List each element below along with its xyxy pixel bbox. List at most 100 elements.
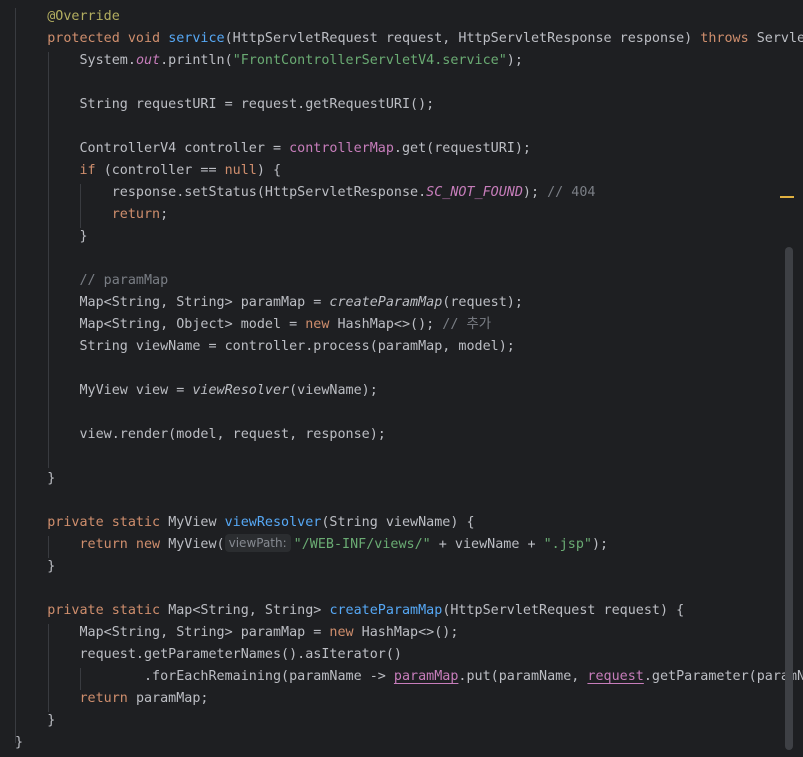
code-token: .println( <box>160 53 233 68</box>
code-token: return <box>79 691 136 706</box>
code-token: ); <box>591 537 609 552</box>
code-token: Map<String, String> paramMap = <box>79 295 330 310</box>
code-token: request.getParameterNames().asIterator() <box>79 647 402 662</box>
code-token: ControllerV4 controller = <box>79 141 290 156</box>
code-token: MyView <box>168 515 225 530</box>
code-line[interactable]: System.out.println("FrontControllerServl… <box>15 50 803 72</box>
code-token: (viewName); <box>289 383 378 398</box>
code-token: .forEachRemaining(paramName -> <box>144 669 394 684</box>
code-line[interactable]: Map<String, Object> model = new HashMap<… <box>15 314 803 336</box>
code-token: private static <box>47 603 169 618</box>
code-token: String requestURI = request.getRequestUR… <box>79 97 435 112</box>
code-token: HashMap<>(); <box>361 625 459 640</box>
code-line[interactable] <box>15 72 803 94</box>
code-line[interactable]: String requestURI = request.getRequestUR… <box>15 94 803 116</box>
code-line[interactable]: String viewName = controller.process(par… <box>15 336 803 358</box>
code-token: } <box>79 229 88 244</box>
code-line[interactable] <box>15 578 803 600</box>
code-line[interactable]: ControllerV4 controller = controllerMap.… <box>15 138 803 160</box>
code-token: ) { <box>256 163 282 178</box>
code-token: response.setStatus(HttpServletResponse. <box>111 185 427 200</box>
code-token: ); <box>522 185 548 200</box>
code-token: (HttpServletRequest request) { <box>442 603 685 618</box>
code-token: MyView view = <box>79 383 193 398</box>
code-token: ".jsp" <box>543 537 592 552</box>
code-line[interactable]: } <box>15 226 803 248</box>
code-line[interactable]: protected void service(HttpServletReques… <box>15 28 803 50</box>
code-token: createParamMap <box>329 603 443 618</box>
code-line[interactable]: view.render(model, request, response); <box>15 424 803 446</box>
code-token: (String viewName) { <box>321 515 475 530</box>
vertical-scrollbar[interactable] <box>785 247 793 750</box>
code-line[interactable] <box>15 402 803 424</box>
code-token: request <box>587 669 644 684</box>
code-line[interactable]: } <box>15 710 803 732</box>
code-token: Map<String, String> paramMap = <box>79 625 330 640</box>
code-token: // 404 <box>547 185 596 200</box>
code-line[interactable] <box>15 248 803 270</box>
code-line[interactable] <box>15 116 803 138</box>
code-token: } <box>15 735 24 750</box>
code-line[interactable]: return paramMap; <box>15 688 803 710</box>
code-token: @Override <box>47 9 120 24</box>
code-line[interactable]: // paramMap <box>15 270 803 292</box>
code-token: protected void <box>47 31 169 46</box>
code-line[interactable] <box>15 446 803 468</box>
code-line[interactable]: Map<String, String> paramMap = createPar… <box>15 292 803 314</box>
code-token: (controller == <box>103 163 225 178</box>
code-token: paramMap; <box>135 691 209 706</box>
code-token: paramMap <box>393 669 459 684</box>
code-token: + viewName + <box>430 537 544 552</box>
code-token: String viewName = controller.process(par… <box>79 339 515 354</box>
code-line[interactable] <box>15 490 803 512</box>
code-line[interactable]: .forEachRemaining(paramName -> paramMap.… <box>15 666 803 688</box>
code-line[interactable]: } <box>15 732 803 754</box>
code-token: (HttpServletRequest request, HttpServlet… <box>224 31 701 46</box>
code-token: System. <box>79 53 136 68</box>
code-line[interactable]: response.setStatus(HttpServletResponse.S… <box>15 182 803 204</box>
code-token: private static <box>47 515 169 530</box>
code-line[interactable]: return new MyView(viewPath: "/WEB-INF/vie… <box>15 534 803 556</box>
code-line[interactable]: request.getParameterNames().asIterator() <box>15 644 803 666</box>
code-token: out <box>135 53 161 68</box>
code-editor[interactable]: @Override protected void service(HttpSer… <box>0 0 803 757</box>
code-token: new <box>329 625 362 640</box>
code-line[interactable]: private static MyView viewResolver(Strin… <box>15 512 803 534</box>
code-line[interactable]: return; <box>15 204 803 226</box>
code-token: // paramMap <box>79 273 169 288</box>
code-line[interactable]: @Override <box>15 6 803 28</box>
code-content[interactable]: @Override protected void service(HttpSer… <box>15 6 803 754</box>
code-line[interactable]: } <box>15 468 803 490</box>
code-token: createParamMap <box>329 295 443 310</box>
code-token: (request); <box>442 295 523 310</box>
code-token: } <box>47 559 56 574</box>
code-token: ); <box>506 53 523 68</box>
code-token: // 추가 <box>442 317 492 332</box>
code-line[interactable] <box>15 358 803 380</box>
code-line[interactable]: Map<String, String> paramMap = new HashM… <box>15 622 803 644</box>
code-line[interactable]: private static Map<String, String> creat… <box>15 600 803 622</box>
code-token: .get(requestURI); <box>393 141 531 156</box>
code-token: Map<String, String> <box>168 603 330 618</box>
code-line[interactable]: MyView view = viewResolver(viewName); <box>15 380 803 402</box>
warning-marker[interactable] <box>780 196 794 198</box>
code-token: controllerMap <box>289 141 394 156</box>
parameter-hint: viewPath: <box>224 534 291 552</box>
code-token: ServletException, IOException { <box>756 31 803 46</box>
code-line[interactable]: } <box>15 556 803 578</box>
code-token: SC_NOT_FOUND <box>426 185 523 200</box>
code-line[interactable]: if (controller == null) { <box>15 160 803 182</box>
